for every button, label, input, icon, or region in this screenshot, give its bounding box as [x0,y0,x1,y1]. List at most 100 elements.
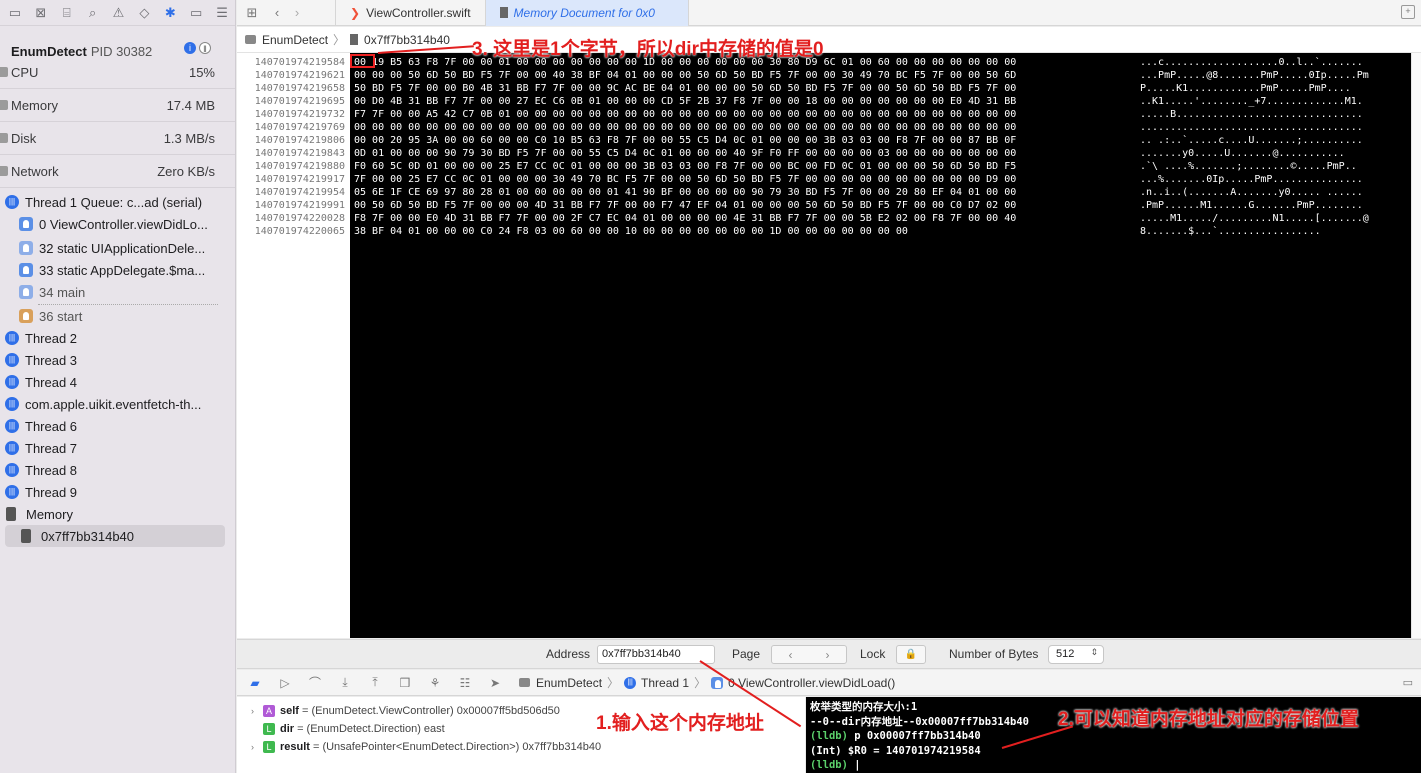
memory-doc-icon [499,7,508,18]
thread-6[interactable]: ||| Thread 6 [5,415,235,437]
test-icon[interactable]: ◇ [131,5,157,21]
page-stepper[interactable]: ‹ › [771,645,847,664]
continue-icon[interactable]: ▷ [277,676,293,690]
ascii-row: P.....K1............PmP.....PmP.... [1140,83,1351,94]
memory-gauge[interactable]: Memory 17.4 MB [0,89,235,122]
tab-viewcontroller[interactable]: ❯ ViewController.swift [335,0,486,26]
step-over-icon[interactable]: ⌒ [307,674,323,691]
thread-eventfetch[interactable]: ||| com.apple.uikit.eventfetch-th... [5,393,235,415]
chevron-left-icon[interactable]: ‹ [789,648,793,662]
disclosure-icon[interactable]: › [251,706,263,716]
environment-icon[interactable]: ☷ [457,676,473,690]
address-input[interactable]: 0x7ff7bb314b40 [597,645,715,664]
hex-row: 00 00 00 50 6D 50 BD F5 7F 00 00 40 38 B… [354,70,1017,81]
ascii-row: ...c...................0..l..`....... [1140,57,1363,68]
memory-address: 140701974219732 [254,109,345,120]
hex-row: 50 BD F5 7F 00 00 B0 4B 31 BB F7 7F 00 0… [354,83,1017,94]
variable-dir[interactable]: L dir = (EnumDetect.Direction) east [251,720,445,738]
debug-project[interactable]: EnumDetect [536,676,602,690]
folder-icon[interactable]: ▭ [2,5,28,21]
breakpoints-toggle-icon[interactable]: ▰ [247,676,263,690]
variable-self[interactable]: › A self = (EnumDetect.ViewController) 0… [251,702,560,720]
hex-column[interactable]: 00 19 B5 63 F8 7F 00 00 01 00 00 00 00 0… [354,56,1016,238]
thread-3[interactable]: ||| Thread 3 [5,349,235,371]
ascii-column[interactable]: ...c...................0..l..`..........… [1140,56,1369,238]
bytes-select[interactable]: 512 ⇕ [1048,645,1104,664]
split-view-icon[interactable]: ▭ [1403,676,1413,689]
pause-icon[interactable]: ‖ [199,42,211,54]
thread-icon: ||| [5,331,19,345]
ascii-row: .....M1...../.........N1.....[.......@ [1140,213,1369,224]
frame-32[interactable]: 32 static UIApplicationDele... [19,237,235,259]
lock-icon[interactable]: 🔒 [896,645,926,664]
tab-memory-document[interactable]: Memory Document for 0x0 [485,0,689,26]
thread-2[interactable]: ||| Thread 2 [5,327,235,349]
info-icon[interactable]: i [184,42,196,54]
gauge-value: 1.3 MB/s [163,130,215,146]
memory-group[interactable]: Memory [6,503,235,525]
page-label: Page [732,647,761,661]
location-icon[interactable]: ➤ [487,676,503,690]
breadcrumb-project[interactable]: EnumDetect [262,33,328,47]
source-control-icon[interactable]: ⊠ [28,5,54,21]
symbol-icon[interactable]: ⌸ [54,5,80,21]
grid-icon[interactable]: ⊞ [237,5,267,21]
gauge-value: Zero KB/s [157,163,215,179]
chevron-right-icon[interactable]: › [826,648,830,662]
annotation-2: 2.可以知道内存地址对应的存储位置 [1058,709,1359,730]
memory-chip-icon [6,507,16,521]
thread-4[interactable]: ||| Thread 4 [5,371,235,393]
frame-0[interactable]: 0 ViewController.viewDidLo... [19,213,235,235]
thread-8[interactable]: ||| Thread 8 [5,459,235,481]
thread-label: Thread 9 [25,484,78,500]
add-tab-icon[interactable]: + [1401,5,1415,19]
debug-frame[interactable]: 0 ViewController.viewDidLoad() [728,676,895,690]
memory-graph-icon[interactable]: ⚘ [427,676,443,690]
console-command: p 0x00007ff7bb314b40 [847,730,981,742]
forward-icon[interactable]: › [287,5,307,20]
thread-label: Thread 4 [25,374,78,390]
variable-result[interactable]: › L result = (UnsafePointer<EnumDetect.D… [251,738,601,756]
breadcrumb-item[interactable]: 0x7ff7bb314b40 [364,33,450,47]
view-hierarchy-icon[interactable]: ❒ [397,676,413,690]
editor-tab-bar: ⊞ ‹ › ❯ ViewController.swift Memory Docu… [237,0,1421,26]
memory-item[interactable]: 0x7ff7bb314b40 [5,525,225,547]
disk-gauge[interactable]: Disk 1.3 MB/s [0,122,235,155]
memory-address: 140701974220065 [254,226,345,237]
memory-viewer: 140701974219584 140701974219621 1407019742… [237,53,1411,638]
disclosure-icon[interactable]: › [251,742,263,752]
thread-7[interactable]: ||| Thread 7 [5,437,235,459]
ascii-row: .......y0.....U.......@........... [1140,148,1345,159]
vertical-scrollbar[interactable] [1411,53,1421,638]
variable-name: dir [280,723,295,735]
frame-33[interactable]: 33 static AppDelegate.$ma... [19,259,235,281]
step-into-icon[interactable]: ⤓ [337,675,353,690]
frame-34[interactable]: 34 main [19,281,235,303]
hex-pane[interactable]: 00 19 B5 63 F8 7F 00 00 01 00 00 00 00 0… [350,53,1411,638]
memory-address: 140701974219843 [254,148,345,159]
local-badge: L [263,723,275,735]
gauge-value: 17.4 MB [166,97,215,113]
report-icon[interactable]: ☰ [209,5,235,21]
debug-icon[interactable]: ✱ [157,5,183,21]
memory-item-label: 0x7ff7bb314b40 [41,528,135,544]
network-gauge[interactable]: Network Zero KB/s [0,155,235,188]
frame-label: 32 static UIApplicationDele... [39,240,206,256]
cpu-icon [0,67,8,77]
memory-icon [0,100,8,110]
breakpoint-icon[interactable]: ▭ [183,5,209,21]
swift-icon: ❯ [350,5,361,20]
warning-icon[interactable]: ⚠ [106,5,132,21]
ascii-row: .....B............................... [1140,109,1363,120]
cpu-gauge[interactable]: CPU 15% [0,56,235,89]
debug-thread[interactable]: Thread 1 [641,676,689,690]
library-frame-icon [19,309,33,323]
back-icon[interactable]: ‹ [267,5,287,20]
search-icon[interactable]: ⌕ [80,5,106,21]
hex-row: 38 BF 04 01 00 00 00 C0 24 F8 03 00 60 0… [354,226,908,237]
thread-1[interactable]: ||| Thread 1 Queue: c...ad (serial) [5,191,235,213]
memory-chip-icon [21,529,31,543]
frame-36[interactable]: 36 start [19,305,235,327]
step-out-icon[interactable]: ⤒ [367,675,383,690]
thread-9[interactable]: ||| Thread 9 [5,481,235,503]
